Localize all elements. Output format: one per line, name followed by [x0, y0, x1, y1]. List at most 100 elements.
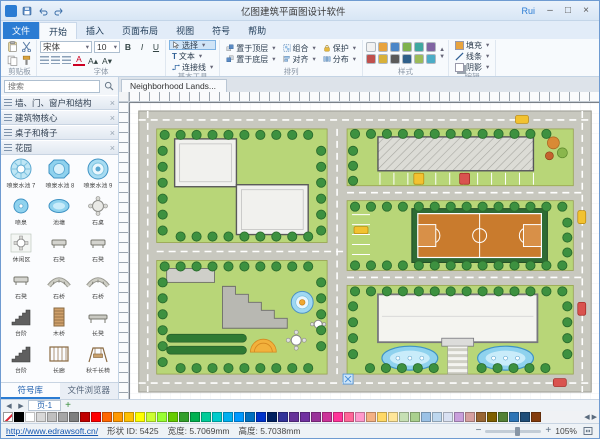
palette-color-23[interactable] [267, 412, 277, 422]
palette-color-19[interactable] [223, 412, 233, 422]
zoom-slider-thumb[interactable] [515, 427, 520, 436]
palette-color-12[interactable] [146, 412, 156, 422]
group-button[interactable]: 组合▾ [280, 43, 319, 53]
menu-tab-help[interactable]: 帮助 [239, 22, 275, 39]
menu-tab-view[interactable]: 视图 [167, 22, 203, 39]
cut-icon[interactable] [20, 40, 33, 53]
no-fill-icon[interactable] [3, 412, 13, 422]
save-icon[interactable] [20, 4, 33, 17]
palette-color-47[interactable] [531, 412, 541, 422]
select-tool-button[interactable]: 选择▾ [169, 40, 216, 50]
website-link[interactable]: http://www.edrawsoft.cn/ [6, 426, 98, 436]
palette-color-35[interactable] [399, 412, 409, 422]
palette-color-24[interactable] [278, 412, 288, 422]
symbol-item[interactable]: 喷泉水池 7 [2, 157, 40, 194]
palette-color-11[interactable] [135, 412, 145, 422]
palette-color-21[interactable] [245, 412, 255, 422]
palette-color-15[interactable] [179, 412, 189, 422]
palette-color-10[interactable] [124, 412, 134, 422]
symbol-item[interactable]: 池塘 [40, 194, 78, 231]
shadow-button[interactable]: 阴影▾ [452, 62, 492, 72]
palette-color-43[interactable] [487, 412, 497, 422]
line-button[interactable]: 线条▾ [452, 51, 492, 61]
close-icon[interactable]: × [110, 98, 115, 108]
palette-color-33[interactable] [377, 412, 387, 422]
panel-tab-symbols[interactable]: 符号库 [1, 383, 60, 399]
zoom-out-button[interactable]: − [476, 426, 482, 436]
palette-color-17[interactable] [201, 412, 211, 422]
symbol-category-garden[interactable]: 花园× [1, 140, 118, 155]
palette-color-2[interactable] [36, 412, 46, 422]
palette-color-14[interactable] [168, 412, 178, 422]
palette-color-32[interactable] [366, 412, 376, 422]
palette-color-26[interactable] [300, 412, 310, 422]
palette-color-42[interactable] [476, 412, 486, 422]
font-family-select[interactable]: 宋体▾ [40, 41, 92, 53]
prev-page-icon[interactable]: ◀ [4, 402, 14, 410]
palette-scroll[interactable]: ◀▶ [584, 413, 597, 421]
close-icon[interactable]: × [110, 128, 115, 138]
symbol-item[interactable]: 休闲区 [2, 231, 40, 268]
symbol-item[interactable]: 长凳 [79, 305, 117, 342]
symbol-item[interactable]: 长廊 [40, 342, 78, 379]
connector-tool-button[interactable]: 连接线▾ [169, 62, 216, 72]
symbol-category-building-core[interactable]: 建筑物核心× [1, 110, 118, 125]
style-gallery-scroll[interactable]: ▲▼ [439, 47, 445, 60]
account-name[interactable]: Rui [521, 6, 535, 16]
palette-color-37[interactable] [421, 412, 431, 422]
document-tab[interactable]: Neighborhood Lands... [121, 79, 227, 92]
palette-color-27[interactable] [311, 412, 321, 422]
bold-button[interactable]: B [122, 41, 134, 53]
palette-color-46[interactable] [520, 412, 530, 422]
palette-color-30[interactable] [344, 412, 354, 422]
decrease-font-button[interactable]: A▾ [101, 55, 113, 67]
symbol-item[interactable]: 木桥 [40, 305, 78, 342]
symbol-item[interactable]: 石凳 [2, 268, 40, 305]
symbol-item[interactable]: 石桥 [40, 268, 78, 305]
maximize-button[interactable]: □ [559, 4, 577, 18]
palette-color-40[interactable] [454, 412, 464, 422]
palette-color-4[interactable] [58, 412, 68, 422]
zoom-in-button[interactable]: + [545, 426, 551, 436]
palette-color-22[interactable] [256, 412, 266, 422]
palette-color-45[interactable] [509, 412, 519, 422]
style-swatch-8[interactable] [390, 54, 400, 64]
page-tab[interactable]: 页-1 [28, 400, 61, 411]
palette-color-38[interactable] [432, 412, 442, 422]
send-to-back-button[interactable]: 置于底层▾ [223, 54, 278, 64]
palette-color-41[interactable] [465, 412, 475, 422]
palette-color-25[interactable] [289, 412, 299, 422]
symbol-item[interactable]: 秋千长椅 [79, 342, 117, 379]
paste-icon[interactable] [6, 40, 19, 53]
palette-color-18[interactable] [212, 412, 222, 422]
symbol-item[interactable]: 喷泉水池 9 [79, 157, 117, 194]
palette-color-34[interactable] [388, 412, 398, 422]
search-input[interactable] [4, 80, 100, 93]
symbol-item[interactable]: 喷泉 [2, 194, 40, 231]
palette-color-8[interactable] [102, 412, 112, 422]
bring-to-front-button[interactable]: 置于顶层▾ [223, 43, 278, 53]
copy-icon[interactable] [6, 54, 19, 67]
protect-button[interactable]: 保护▾ [320, 43, 359, 53]
next-page-icon[interactable]: ▶ [16, 402, 26, 410]
palette-color-44[interactable] [498, 412, 508, 422]
palette-color-28[interactable] [322, 412, 332, 422]
neighborhood-plan-drawing[interactable] [130, 103, 599, 399]
menu-tab-page-layout[interactable]: 页面布局 [113, 22, 167, 39]
font-color-button[interactable]: A [73, 55, 85, 66]
close-icon[interactable]: × [110, 143, 115, 153]
palette-color-7[interactable] [91, 412, 101, 422]
symbol-category-tables-chairs[interactable]: 桌子和椅子× [1, 125, 118, 140]
distribute-button[interactable]: 分布▾ [320, 54, 359, 64]
drawing-page[interactable] [130, 103, 599, 399]
palette-color-36[interactable] [410, 412, 420, 422]
symbol-item[interactable]: 喷泉水池 8 [40, 157, 78, 194]
zoom-slider[interactable] [485, 430, 541, 433]
symbol-item[interactable]: 石桌 [79, 194, 117, 231]
format-painter-icon[interactable] [20, 54, 33, 67]
palette-color-6[interactable] [80, 412, 90, 422]
menu-tab-insert[interactable]: 插入 [77, 22, 113, 39]
palette-color-5[interactable] [69, 412, 79, 422]
style-swatch-5[interactable] [426, 42, 436, 52]
minimize-button[interactable]: – [541, 4, 559, 18]
